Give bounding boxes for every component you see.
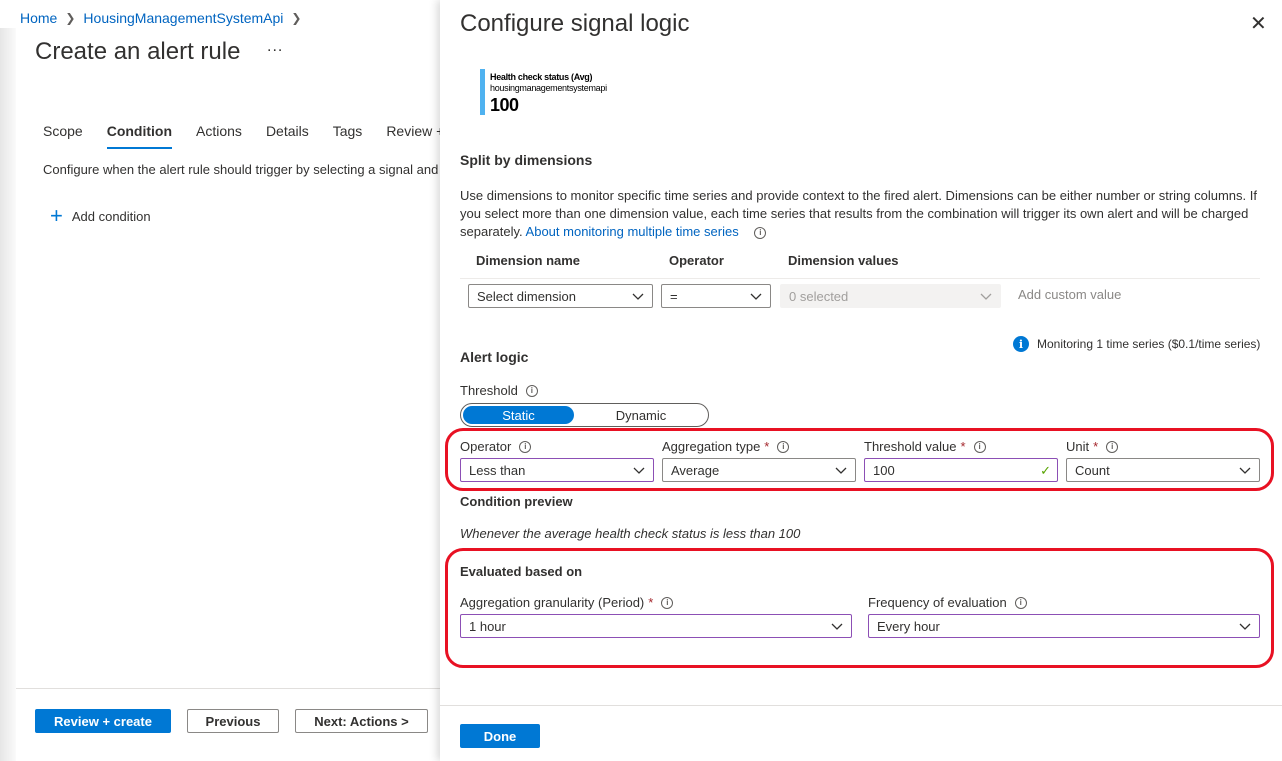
alert-logic-heading: Alert logic	[460, 349, 529, 365]
breadcrumb-home-link[interactable]: Home	[20, 10, 57, 26]
add-condition-label: Add condition	[71, 208, 151, 224]
info-icon[interactable]: i	[525, 384, 538, 397]
done-button[interactable]: Done	[460, 724, 540, 748]
tab-review-create[interactable]: Review +	[386, 123, 444, 149]
monitoring-text: Monitoring 1 time series ($0.1/time seri…	[1037, 337, 1261, 351]
info-icon[interactable]: i	[754, 226, 767, 239]
footer-divider	[16, 688, 440, 689]
page-shadow	[0, 28, 16, 761]
next-actions-button[interactable]: Next: Actions >	[295, 709, 428, 733]
tab-actions[interactable]: Actions	[196, 123, 242, 149]
threshold-type-toggle[interactable]: Static Dynamic	[460, 403, 709, 427]
configure-signal-logic-panel: Configure signal logic ✕ Health check st…	[440, 0, 1282, 761]
info-filled-icon: i	[1013, 336, 1029, 352]
tab-tags[interactable]: Tags	[333, 123, 363, 149]
split-dimensions-description: Use dimensions to monitor specific time …	[460, 187, 1270, 241]
static-option[interactable]: Static	[463, 406, 574, 424]
signal-value: 100	[490, 95, 519, 115]
tab-scope[interactable]: Scope	[43, 123, 83, 149]
create-alert-rule-page: Home ❯ HousingManagementSystemApi ❯ Crea…	[0, 0, 444, 761]
threshold-label: Threshold i	[460, 383, 538, 398]
chevron-down-icon	[632, 293, 644, 300]
dimension-table-divider	[460, 278, 1260, 279]
more-options-button[interactable]: ...	[267, 38, 283, 56]
dimension-operator-dropdown[interactable]: =	[661, 284, 771, 308]
dimension-name-header: Dimension name	[476, 253, 581, 268]
condition-preview-text: Whenever the average health check status…	[460, 526, 801, 541]
chevron-right-icon: ❯	[291, 11, 302, 25]
chevron-down-icon	[980, 293, 992, 300]
threshold-label-text: Threshold	[460, 383, 518, 398]
signal-title: Health check status (Avg)	[490, 72, 593, 82]
monitoring-info: i Monitoring 1 time series ($0.1/time se…	[1013, 336, 1260, 352]
plus-icon: +	[50, 203, 63, 228]
add-custom-value-input[interactable]: Add custom value	[1018, 287, 1121, 302]
chevron-down-icon	[750, 293, 762, 300]
previous-button[interactable]: Previous	[187, 709, 279, 733]
breadcrumb: Home ❯ HousingManagementSystemApi ❯	[20, 10, 309, 26]
alert-logic-highlight	[445, 428, 1274, 491]
close-icon[interactable]: ✕	[1250, 14, 1267, 34]
split-dimensions-heading: Split by dimensions	[460, 152, 593, 168]
review-create-button[interactable]: Review + create	[35, 709, 171, 733]
breadcrumb-resource-link[interactable]: HousingManagementSystemApi	[83, 10, 283, 26]
signal-resource: housingmanagementsystemapi	[490, 83, 607, 93]
page-title: Create an alert rule	[35, 38, 241, 65]
condition-preview-heading: Condition preview	[460, 494, 573, 509]
dynamic-option[interactable]: Dynamic	[577, 406, 705, 424]
dimension-values-header: Dimension values	[788, 253, 899, 268]
panel-title: Configure signal logic	[460, 10, 690, 37]
signal-color-bar	[480, 69, 485, 115]
dimension-operator-value: =	[670, 288, 678, 304]
dimension-name-dropdown[interactable]: Select dimension	[468, 284, 653, 308]
tab-condition[interactable]: Condition	[106, 123, 173, 149]
dimension-name-value: Select dimension	[477, 288, 576, 304]
panel-footer-divider	[440, 705, 1282, 706]
condition-description: Configure when the alert rule should tri…	[43, 162, 439, 177]
dimension-values-dropdown: 0 selected	[780, 284, 1001, 308]
add-condition-button[interactable]: + Add condition	[50, 203, 151, 228]
chevron-right-icon: ❯	[65, 11, 76, 25]
tab-details[interactable]: Details	[266, 123, 309, 149]
monitoring-multiple-time-series-link[interactable]: About monitoring multiple time series	[526, 224, 739, 239]
wizard-tabs: Scope Condition Actions Details Tags Rev…	[43, 123, 468, 149]
evaluation-highlight	[445, 548, 1274, 668]
dimension-values-value: 0 selected	[789, 288, 849, 304]
dimension-operator-header: Operator	[669, 253, 724, 268]
